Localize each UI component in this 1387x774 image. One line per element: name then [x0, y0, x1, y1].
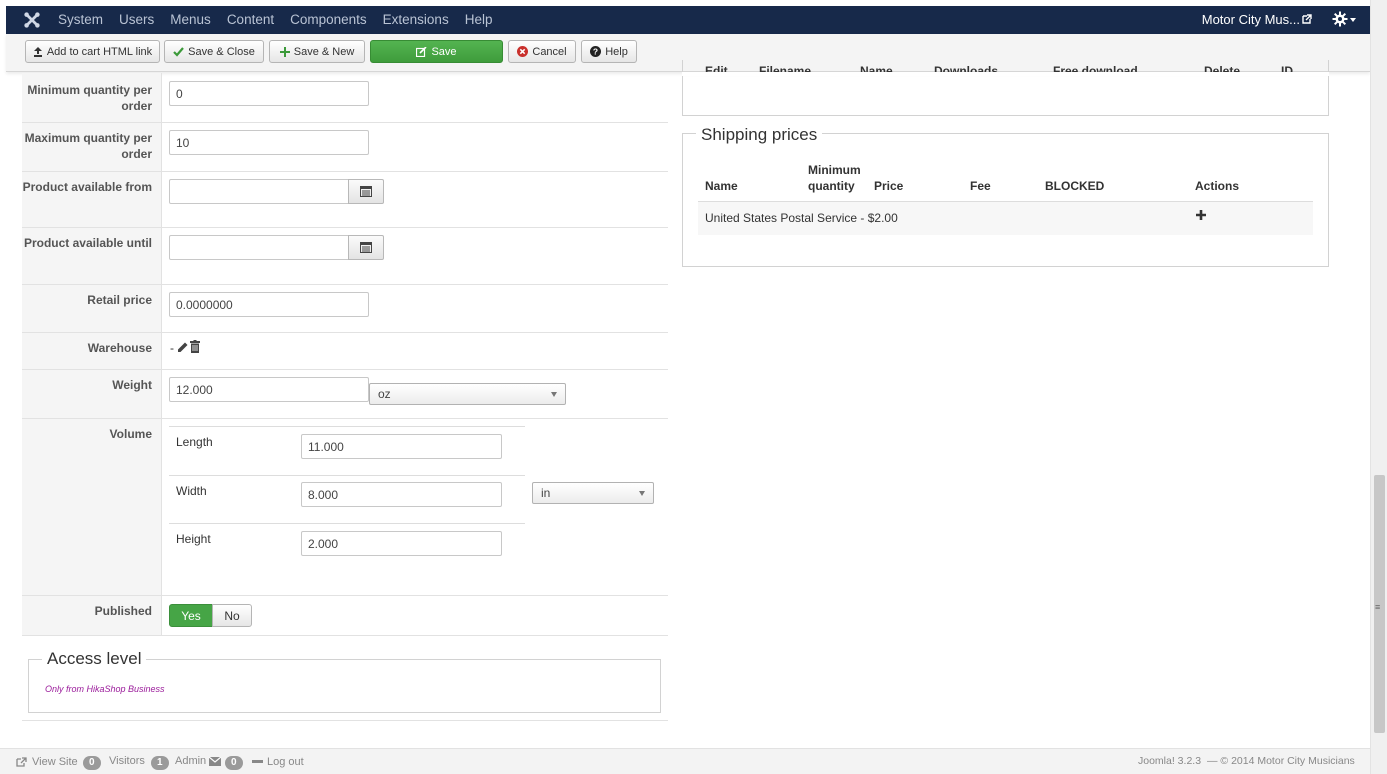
copyright-text: — © 2014 Motor City Musicians [1207, 755, 1355, 767]
col-min-qty: Minimum quantity [808, 163, 861, 193]
minus-icon [252, 760, 263, 763]
gear-icon[interactable] [1332, 11, 1348, 27]
table-row: United States Postal Service - $2.00 [698, 201, 1313, 235]
save-close-button[interactable]: Save & Close [164, 40, 264, 63]
messages-count-badge: 0 [225, 756, 243, 770]
divider [22, 720, 668, 721]
warehouse-label: Warehouse [22, 333, 162, 369]
retail-price-label: Retail price [22, 285, 162, 332]
admin-count-badge: 1 [151, 756, 169, 770]
col-actions: Actions [1195, 179, 1240, 193]
height-label: Height [176, 532, 211, 546]
grip-icon: ≡ [1375, 602, 1381, 612]
plus-icon[interactable] [1196, 210, 1206, 220]
check-icon [173, 46, 185, 57]
volume-unit-select[interactable]: in [532, 482, 654, 504]
edit-icon [416, 46, 428, 57]
admin-label: Admin [175, 755, 207, 767]
min-qty-input[interactable] [169, 81, 369, 106]
col-fee: Fee [970, 179, 991, 193]
menu-extensions[interactable]: Extensions [383, 12, 449, 27]
save-new-button[interactable]: Save & New [269, 40, 365, 63]
max-qty-label: Maximum quantity per order [22, 123, 162, 171]
cancel-icon [517, 46, 529, 57]
min-qty-label: Minimum quantity per order [22, 73, 162, 122]
visitors-label: Visitors [109, 755, 145, 767]
joomla-logo-icon[interactable] [23, 11, 41, 29]
col-price: Price [874, 179, 904, 193]
warehouse-value: - [170, 341, 174, 355]
chevron-down-icon [1350, 18, 1356, 22]
available-until-label: Product available until [22, 228, 162, 284]
published-row: Published [22, 596, 668, 636]
menu-system[interactable]: System [58, 12, 103, 27]
published-no-toggle[interactable]: No [212, 604, 252, 627]
shipping-prices-title: Shipping prices [696, 125, 823, 145]
calendar-button[interactable] [348, 235, 384, 260]
shipping-method-name: United States Postal Service - $2.00 [705, 211, 898, 225]
files-fieldset: Edit Filename Name Downloads Free downlo… [682, 60, 1329, 116]
question-icon: ? [590, 46, 602, 57]
access-level-title: Access level [42, 649, 147, 669]
available-from-input[interactable] [169, 179, 349, 204]
logout-link[interactable]: Log out [267, 756, 304, 768]
header-mask [682, 72, 1329, 76]
weight-input[interactable] [169, 377, 369, 402]
width-input[interactable] [301, 482, 502, 507]
menu-components[interactable]: Components [290, 12, 367, 27]
external-link-icon [16, 757, 27, 767]
menu-content[interactable]: Content [227, 12, 274, 27]
plus-icon [279, 46, 290, 57]
chevron-down-icon [639, 491, 645, 496]
menu-help[interactable]: Help [465, 12, 493, 27]
view-site-link[interactable]: View Site [32, 756, 78, 768]
published-yes-toggle[interactable]: Yes [169, 604, 213, 627]
weight-label: Weight [22, 370, 162, 418]
warehouse-row: Warehouse [22, 333, 668, 370]
svg-text:?: ? [593, 47, 598, 57]
max-qty-input[interactable] [169, 130, 369, 155]
length-label: Length [176, 435, 213, 449]
weight-unit-select[interactable]: oz [369, 383, 566, 405]
retail-price-input[interactable] [169, 292, 369, 317]
col-blocked: BLOCKED [1045, 179, 1105, 193]
access-level-link[interactable]: Only from HikaShop Business [45, 684, 165, 694]
cancel-button[interactable]: Cancel [508, 40, 576, 63]
calendar-icon [360, 186, 372, 197]
length-input[interactable] [301, 434, 502, 459]
external-link-icon [1302, 14, 1312, 24]
shipping-prices-fieldset: Shipping prices Name Minimum quantity Pr… [682, 125, 1329, 267]
col-name: Name [705, 179, 738, 193]
joomla-version: Joomla! 3.2.3 [1138, 755, 1202, 767]
add-to-cart-html-link-button[interactable]: Add to cart HTML link [25, 40, 160, 63]
pencil-icon[interactable] [177, 341, 188, 353]
admin-top-nav: System Users Menus Content Components Ex… [6, 6, 1370, 34]
upload-icon [33, 46, 42, 57]
calendar-icon [360, 242, 372, 253]
height-input[interactable] [301, 531, 502, 556]
vertical-scrollbar[interactable]: ≡ [1370, 0, 1387, 774]
site-name-link[interactable]: Motor City Mus... [1202, 12, 1300, 27]
envelope-icon [209, 757, 221, 766]
menu-users[interactable]: Users [119, 12, 154, 27]
available-until-input[interactable] [169, 235, 349, 260]
calendar-button[interactable] [348, 179, 384, 204]
width-label: Width [176, 484, 207, 498]
available-from-label: Product available from [22, 172, 162, 227]
trash-icon[interactable] [190, 340, 200, 353]
access-level-fieldset: Access level Only from HikaShop Business [28, 649, 661, 713]
published-label: Published [22, 596, 162, 635]
menu-menus[interactable]: Menus [170, 12, 211, 27]
save-button[interactable]: Save [370, 40, 503, 63]
chevron-down-icon [551, 392, 557, 397]
status-footer: View Site 0 Visitors 1 Admin 0 Log out J… [0, 748, 1370, 774]
volume-label: Volume [22, 419, 162, 595]
help-button[interactable]: ? Help [581, 40, 637, 63]
visitors-count-badge: 0 [83, 756, 101, 770]
